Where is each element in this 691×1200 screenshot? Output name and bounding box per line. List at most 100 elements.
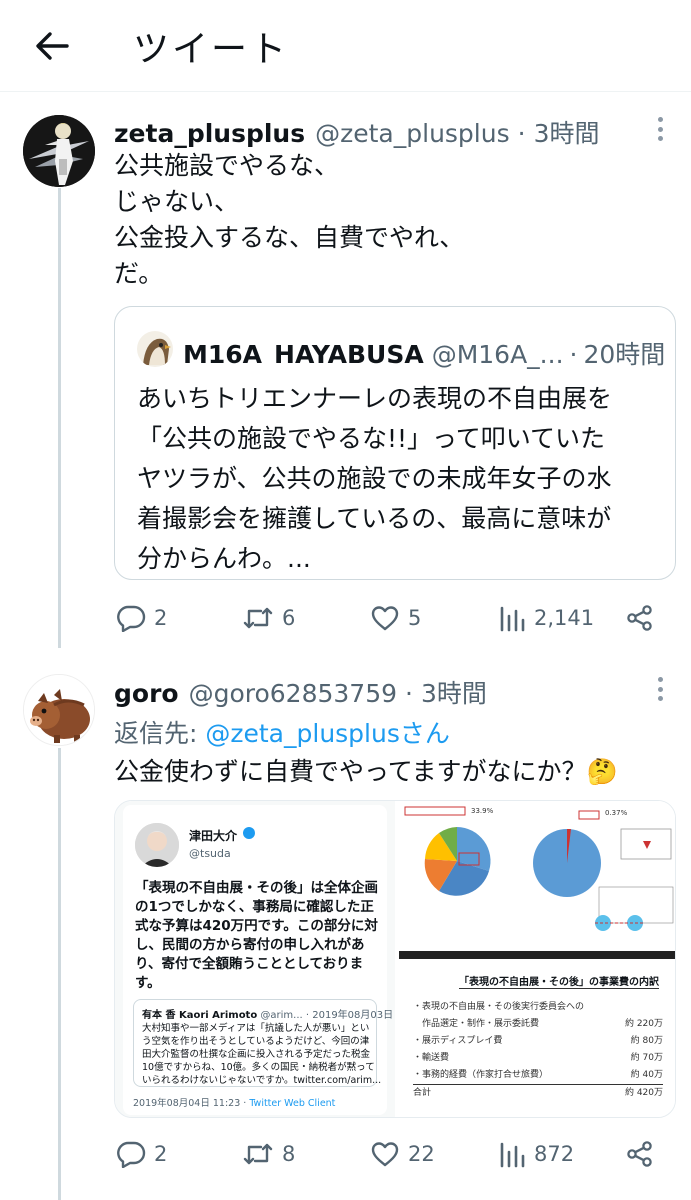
tweet-text-line: だ。 xyxy=(114,259,164,288)
replying-to: 返信先: @zeta_plusplusさん xyxy=(114,714,450,750)
share-icon xyxy=(627,1141,652,1167)
media-image-3[interactable]: 「表現の不自由展・その後」の事業費の内訳 ・表現の不自由展・その後実行委員会への… xyxy=(399,963,675,1117)
tweet-text-line: 公共施設でやるな、 xyxy=(114,151,340,180)
cost-row-amount: 約 40万 xyxy=(630,1070,663,1080)
user-handle[interactable]: @goro62853759 xyxy=(189,679,397,708)
pie-left-percent: 33.9% xyxy=(471,807,494,815)
reply-count: 2 xyxy=(154,1142,168,1166)
embedded-quote-name: 有本 香 Kaori Arimoto xyxy=(142,1010,258,1021)
embedded-text-line: し、民間の方から寄付の申し入れがあ xyxy=(135,937,365,953)
like-count: 5 xyxy=(408,606,422,630)
embedded-footer-date: 2019年08月04日 11:23 · xyxy=(133,1098,250,1109)
display-name[interactable]: zeta_plusplus xyxy=(114,119,305,148)
quoted-text-line: 着撮影会を擁護しているの、最高に意味が xyxy=(137,504,612,533)
thread-connector xyxy=(58,748,61,1200)
cost-row: ・輸送費 約 70万 xyxy=(413,1050,663,1067)
quoted-text-line: あいちトリエンナーレの表現の不自由展を xyxy=(137,384,613,413)
views-count: 872 xyxy=(534,1142,575,1166)
cost-row: 作品選定・制作・展示委託費 約 220万 xyxy=(413,1016,663,1033)
share-button[interactable] xyxy=(626,598,654,638)
cost-row-label: ・輸送費 xyxy=(413,1053,450,1063)
embedded-text-line: 式な予算は420万円です。この部分に対 xyxy=(135,918,378,934)
reply-button[interactable]: 2 xyxy=(116,598,167,638)
retweet-button[interactable]: 6 xyxy=(242,598,295,638)
embedded-display-name: 津田大介 xyxy=(189,829,238,843)
tweet-author: goro @goro62853759 · 3時間 xyxy=(114,674,487,710)
avatar[interactable] xyxy=(23,115,95,187)
media-image-2[interactable]: 33.9% 0.37% xyxy=(399,801,675,959)
like-button[interactable]: 5 xyxy=(370,598,421,638)
media-grid[interactable]: 津田大介 @tsuda 「表現の不自由展・その後」は全体企画 の1つでしかなく、… xyxy=(114,800,676,1118)
share-button[interactable] xyxy=(626,1134,654,1174)
embedded-avatar xyxy=(135,823,179,867)
timestamp[interactable]: 3時間 xyxy=(421,674,487,710)
separator-dot: · xyxy=(405,679,413,708)
reply-icon xyxy=(117,1141,146,1168)
quoted-text: あいちトリエンナーレの表現の不自由展を 「公共の施設でやるな!!」って叩いていた… xyxy=(137,379,612,579)
tweet-text-line: 公金使わずに自費でやってますがなにか？🤔 xyxy=(114,757,618,786)
tweet-text: 公共施設でやるな、 じゃない、 公金投入するな、自費でやれ、 だ。 xyxy=(114,148,464,292)
like-icon xyxy=(371,1142,399,1167)
back-button[interactable] xyxy=(26,22,78,70)
replying-to-link[interactable]: @zeta_plusplusさん xyxy=(205,719,450,748)
page-title: ツイート xyxy=(133,29,290,70)
thread-connector xyxy=(58,188,61,648)
views-button[interactable]: 872 xyxy=(498,1134,574,1174)
verified-icon xyxy=(243,827,255,839)
tweet-text-line: 公金投入するな、自費でやれ、 xyxy=(114,223,465,252)
views-count: 2,141 xyxy=(534,606,595,630)
embedded-text-line: す。 xyxy=(135,975,161,991)
display-name[interactable]: goro xyxy=(114,679,179,708)
media-image-1[interactable]: 津田大介 @tsuda 「表現の不自由展・その後」は全体企画 の1つでしかなく、… xyxy=(115,801,395,1117)
embedded-tweet-screenshot: 津田大介 @tsuda 「表現の不自由展・その後」は全体企画 の1つでしかなく、… xyxy=(123,805,393,1115)
embedded-quote-header: 有本 香 Kaori Arimoto @arim... · 2019年08月03… xyxy=(142,1006,393,1021)
embedded-quote: 有本 香 Kaori Arimoto @arim... · 2019年08月03… xyxy=(133,999,393,1087)
retweet-button[interactable]: 8 xyxy=(242,1134,295,1174)
cost-row-label: ・事務的経費（作家打合せ旅費） xyxy=(413,1070,549,1080)
embedded-footer: 2019年08月04日 11:23 · Twitter Web Client xyxy=(133,1095,335,1109)
retweet-count: 6 xyxy=(282,606,296,630)
quoted-author: M16A HAYABUSA @M16A_... · 20時間 xyxy=(183,335,665,371)
retweet-icon xyxy=(243,1143,273,1165)
cost-row: ・表現の不自由展・その後実行委員会への xyxy=(413,999,663,1016)
embedded-text-line: り、寄付で全額賄うこととしておりま xyxy=(135,956,364,972)
embedded-text: 「表現の不自由展・その後」は全体企画 の1つでしかなく、事務局に確認した正 式な… xyxy=(135,879,378,993)
cost-breakdown-table: ・表現の不自由展・その後実行委員会への 作品選定・制作・展示委託費約 220万 … xyxy=(413,999,663,1102)
cost-breakdown-title: 「表現の不自由展・その後」の事業費の内訳 xyxy=(459,973,659,989)
quoted-timestamp: 20時間 xyxy=(583,340,666,369)
embedded-quote-line: 大村知事や一部メディアは「抗議した人が悪い」とい xyxy=(142,1023,370,1034)
cost-total-amount: 約 420万 xyxy=(624,1088,663,1098)
more-options-button[interactable] xyxy=(648,114,672,144)
embedded-quote-line: 田大介監督の杜撰な企画に投入される予定だった税金 xyxy=(142,1049,371,1060)
cost-row-label: ・展示ディスプレイ費 xyxy=(413,1036,503,1046)
embedded-text-line: の1つでしかなく、事務局に確認した正 xyxy=(135,899,374,915)
reply-button[interactable]: 2 xyxy=(116,1134,167,1174)
embedded-quote-line: いられるわけないじゃないですか。twitter.com/arim... xyxy=(142,1075,382,1086)
embedded-quote-meta: @arim... · 2019年08月03日 xyxy=(260,1010,394,1021)
pie-charts-image: 33.9% 0.37% xyxy=(399,801,675,959)
more-icon xyxy=(657,677,663,682)
avatar[interactable] xyxy=(23,674,95,746)
quoted-text-line: ヤツラが、公共の施設での未成年女子の水 xyxy=(137,464,612,493)
reply-icon xyxy=(117,605,146,632)
quoted-tweet[interactable]: M16A HAYABUSA @M16A_... · 20時間 あいちトリエンナー… xyxy=(114,306,676,580)
cost-row-amount: 約 70万 xyxy=(630,1053,663,1063)
avatar-image xyxy=(24,675,94,745)
quoted-text-line: 「公共の施設でやるな!!」って叩いていた xyxy=(137,424,606,453)
like-button[interactable]: 22 xyxy=(370,1134,435,1174)
quoted-text-line: 分からんわ。... xyxy=(137,544,311,573)
embedded-footer-client: Twitter Web Client xyxy=(249,1098,336,1109)
cost-row: ・展示ディスプレイ費 約 80万 xyxy=(413,1033,663,1050)
tweet-text: 公金使わずに自費でやってますがなにか？🤔 xyxy=(114,754,618,790)
views-button[interactable]: 2,141 xyxy=(498,598,594,638)
more-options-button[interactable] xyxy=(648,674,672,704)
share-icon xyxy=(627,605,652,631)
embedded-quote-text: 大村知事や一部メディアは「抗議した人が悪い」とい う空気を作り出そうとしているよ… xyxy=(142,1022,381,1087)
retweet-count: 8 xyxy=(282,1142,296,1166)
cost-row-amount: 約 80万 xyxy=(630,1036,663,1046)
cost-row-label: 作品選定・制作・展示委託費 xyxy=(413,1019,540,1029)
cost-row-amount: 約 220万 xyxy=(624,1019,663,1029)
timestamp[interactable]: 3時間 xyxy=(534,114,600,150)
user-handle[interactable]: @zeta_plusplus xyxy=(315,119,510,148)
separator-dot: · xyxy=(569,340,578,369)
